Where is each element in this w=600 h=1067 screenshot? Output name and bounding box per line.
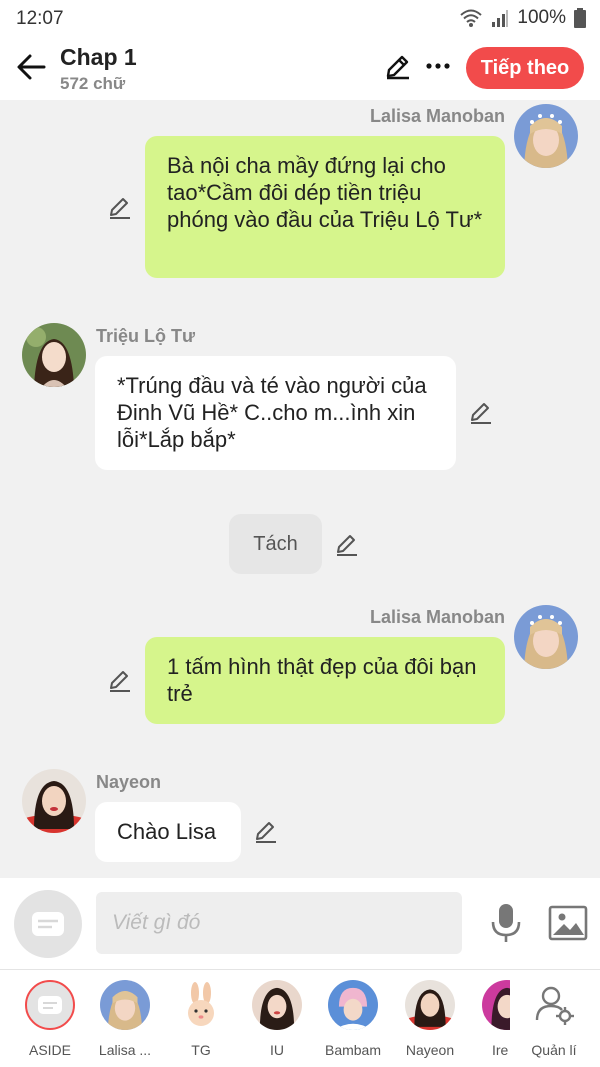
manage-characters-tab[interactable]: Quản lí: [516, 980, 592, 1060]
message-sender-name: Lalisa Manoban: [369, 106, 505, 126]
message-sender-name: Lalisa Manoban: [369, 607, 505, 627]
character-label: Quản lí: [531, 1042, 577, 1058]
message-bubble[interactable]: Chào Lisa: [95, 802, 241, 862]
message-sender-name: Nayeon: [96, 772, 162, 792]
character-tab-bambam[interactable]: Bambam: [315, 980, 391, 1060]
character-label: TG: [191, 1042, 211, 1058]
character-label: Nayeon: [405, 1042, 455, 1058]
rabbit-icon: [176, 980, 226, 1030]
message-icon: [38, 996, 62, 1014]
status-icons: 100%: [459, 7, 586, 29]
character-avatar: [328, 980, 378, 1030]
user-settings-icon: [535, 986, 574, 1025]
character-avatar: [176, 980, 226, 1030]
edit-pencil-icon[interactable]: [384, 52, 412, 80]
character-avatar: [482, 980, 510, 1030]
character-avatar: [405, 980, 455, 1030]
microphone-icon[interactable]: [488, 902, 524, 944]
avatar-lalisa[interactable]: [514, 104, 578, 168]
message-icon: [32, 912, 64, 936]
message-bubble[interactable]: Bà nội cha mầy đứng lại cho tao*Cầm đôi …: [145, 136, 505, 278]
edit-message-icon[interactable]: [334, 531, 360, 557]
character-label: Bambam: [324, 1042, 382, 1058]
aside-bubble[interactable]: Tách: [229, 514, 322, 574]
avatar-image: [514, 104, 578, 168]
avatar-image: [22, 769, 86, 833]
edit-message-icon[interactable]: [107, 667, 133, 693]
chapter-title: Chap 1: [60, 44, 137, 70]
status-bar: 12:07 100%: [0, 0, 600, 36]
next-button[interactable]: Tiếp theo: [466, 47, 584, 89]
character-label: ASIDE: [28, 1042, 71, 1058]
character-tab-iu[interactable]: IU: [239, 980, 315, 1060]
avatar-lalisa[interactable]: [514, 605, 578, 669]
avatar-trieu-lo-tu[interactable]: [22, 323, 86, 387]
message-bubble[interactable]: *Trúng đầu và té vào người của Đinh Vũ H…: [95, 356, 456, 470]
message-sender-name: Triệu Lộ Tư: [96, 326, 196, 346]
avatar-nayeon[interactable]: [22, 769, 86, 833]
message-input[interactable]: Viết gì đó: [96, 892, 462, 954]
wifi-icon: [460, 9, 483, 27]
chat-area[interactable]: Lalisa Manoban Bà nội cha mầy đứng lại c…: [0, 100, 600, 878]
battery-icon: [574, 8, 586, 28]
character-label: Lalisa ...: [98, 1042, 152, 1058]
character-tab-tg[interactable]: TG: [163, 980, 239, 1060]
app-bar: Chap 1 572 chữ Tiếp theo: [0, 36, 600, 100]
avatar-image: [22, 323, 86, 387]
character-tab-lalisa[interactable]: Lalisa ...: [87, 980, 163, 1060]
signal-icon: [492, 10, 509, 27]
message-composer: Viết gì đó: [0, 878, 600, 970]
character-bar: ASIDE Lalisa ... TG IU Bambam Nayeon Ire…: [0, 970, 600, 1067]
status-time: 12:07: [16, 8, 64, 29]
avatar-image: [514, 605, 578, 669]
edit-message-icon[interactable]: [468, 399, 494, 425]
character-tab-nayeon[interactable]: Nayeon: [392, 980, 468, 1060]
edit-message-icon[interactable]: [253, 818, 279, 844]
character-label: Ire: [492, 1042, 509, 1058]
character-label: IU: [270, 1042, 284, 1058]
character-avatar: [100, 980, 150, 1030]
message-bubble[interactable]: 1 tấm hình thật đẹp của đôi bạn trẻ: [145, 637, 505, 724]
edit-message-icon[interactable]: [107, 194, 133, 220]
back-arrow-icon[interactable]: [14, 50, 48, 84]
image-icon[interactable]: [548, 904, 588, 942]
aside-toggle-button[interactable]: [14, 890, 82, 958]
word-count: 572 chữ: [60, 74, 126, 93]
aside-avatar: [25, 980, 75, 1030]
more-options-icon[interactable]: [424, 52, 452, 80]
character-tab-aside[interactable]: ASIDE: [12, 980, 88, 1060]
character-tab-ire[interactable]: Ire: [470, 980, 510, 1060]
battery-percent: 100%: [517, 7, 566, 28]
character-avatar: [252, 980, 302, 1030]
